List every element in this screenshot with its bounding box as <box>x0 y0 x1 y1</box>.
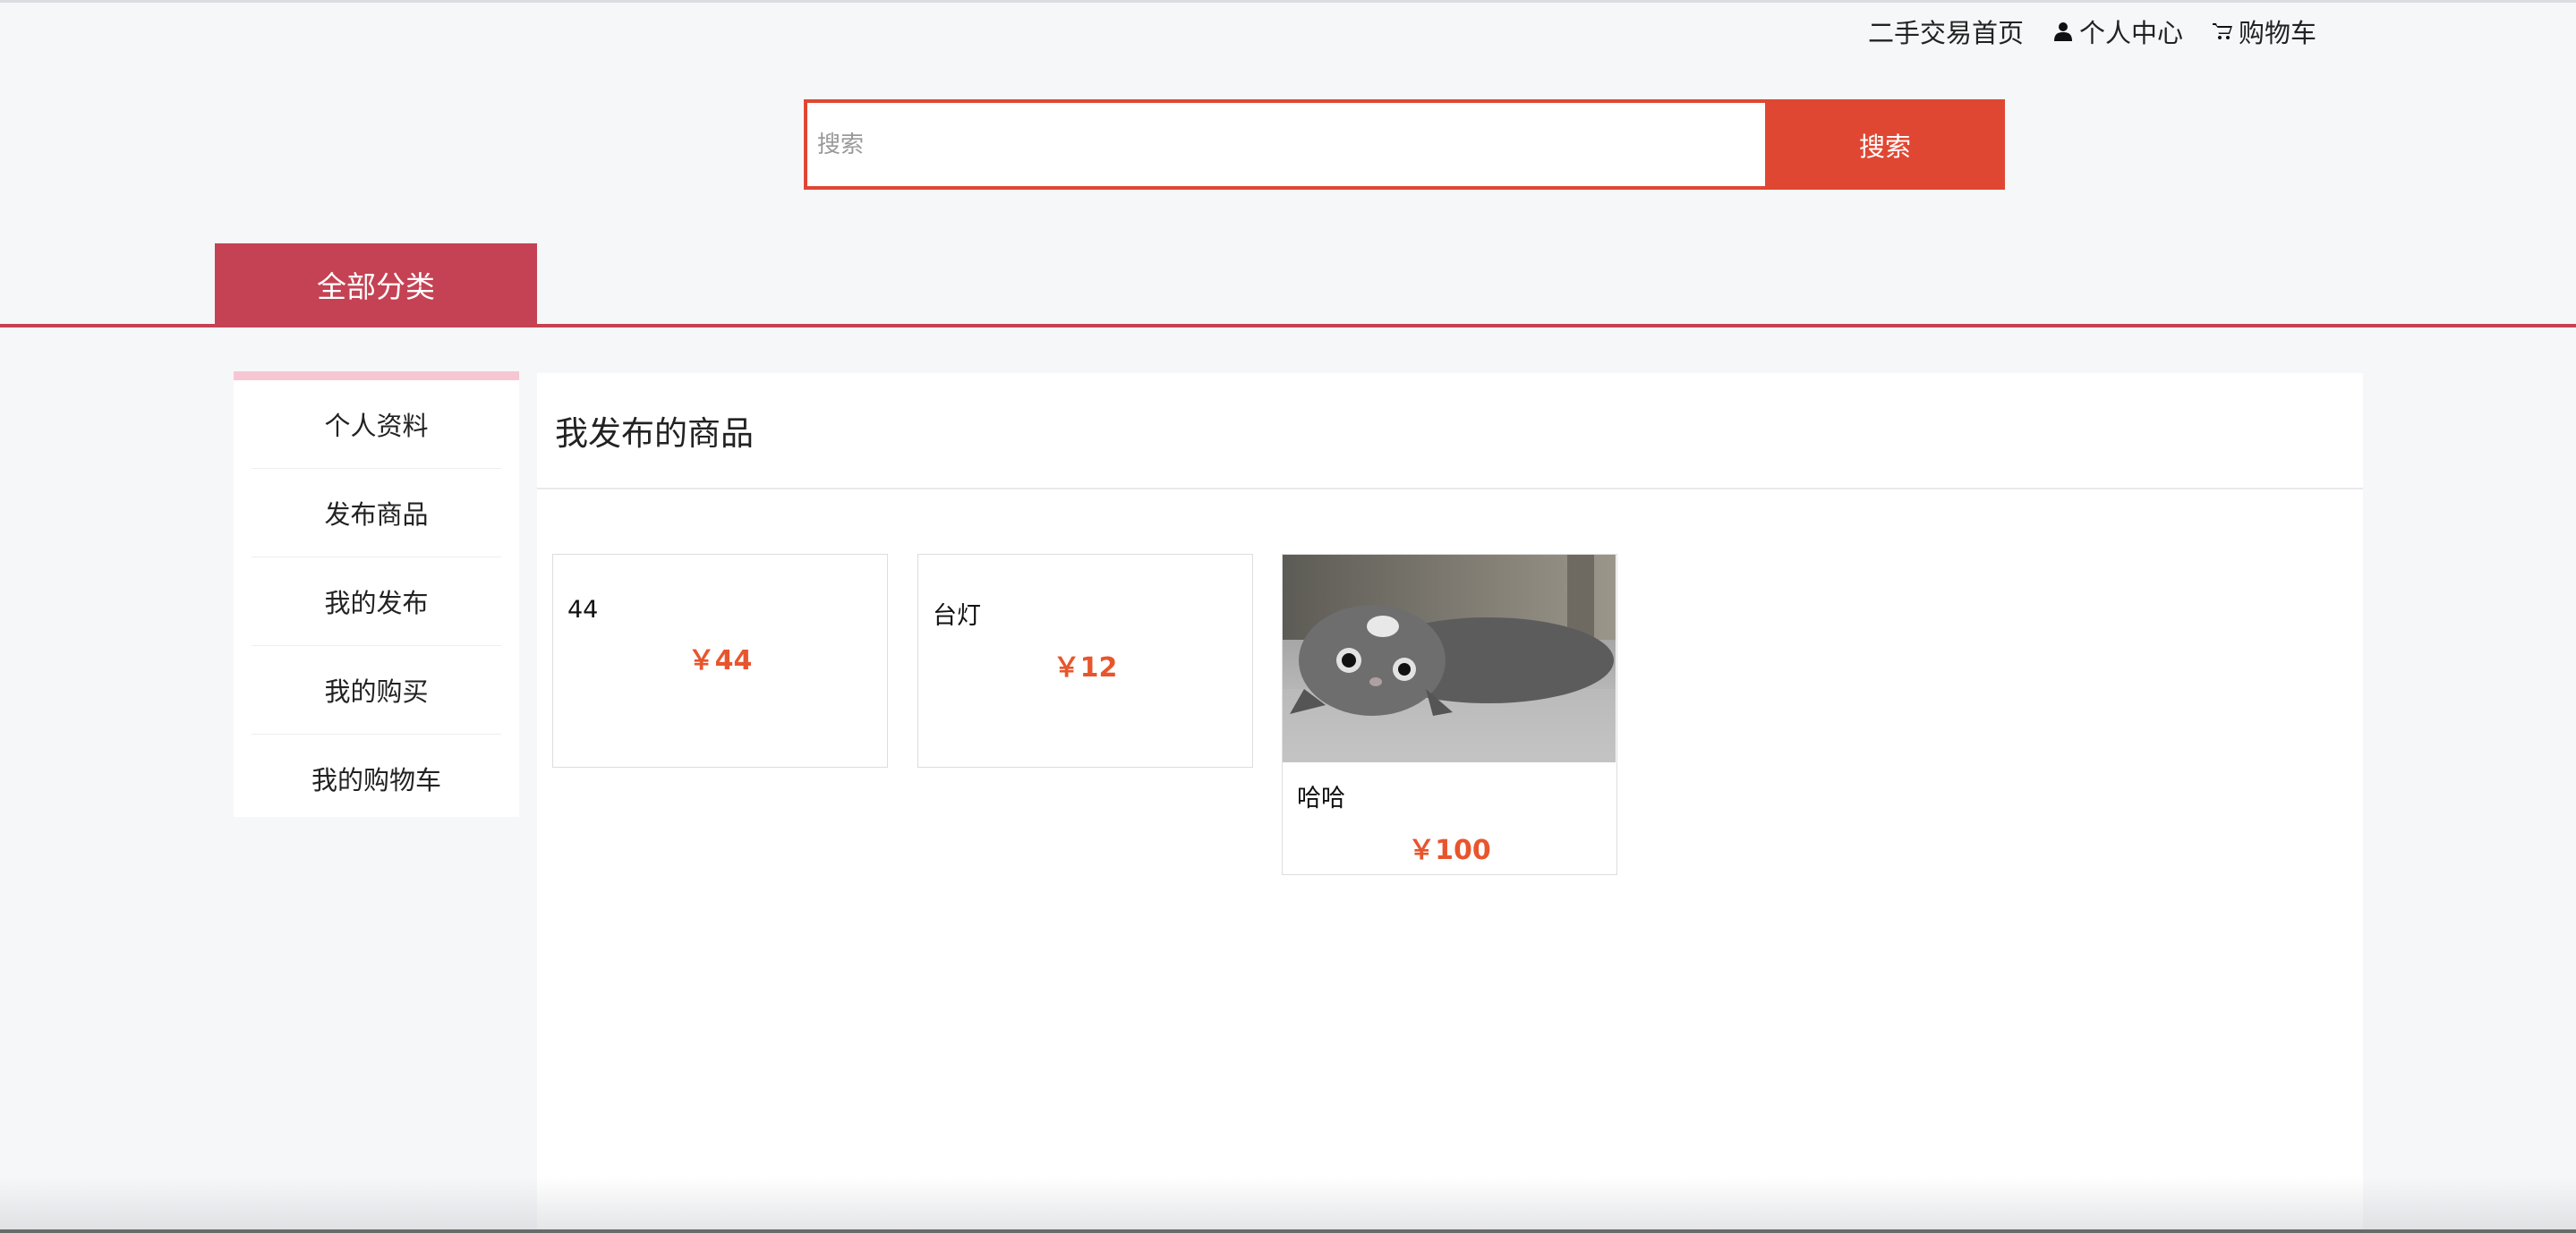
product-price: ￥12 <box>1053 652 1118 684</box>
sidebar-item-label: 我的购买 <box>324 676 429 707</box>
product-name: 44 <box>567 596 599 624</box>
sidebar-item-label: 个人资料 <box>324 411 429 441</box>
cart-link[interactable]: 购物车 <box>2212 13 2316 50</box>
search-button[interactable]: 搜索 <box>1765 99 2005 190</box>
bottom-border <box>0 1229 2576 1233</box>
sidebar-item-my-purchases[interactable]: 我的购买 <box>252 646 501 735</box>
sidebar-item-profile[interactable]: 个人资料 <box>252 380 501 469</box>
sidebar-item-label: 我的发布 <box>324 588 429 618</box>
sidebar-item-my-cart[interactable]: 我的购物车 <box>252 735 501 822</box>
search-input[interactable] <box>804 99 1765 190</box>
sidebar-item-publish[interactable]: 发布商品 <box>252 469 501 557</box>
product-card[interactable]: 44 ￥44 <box>552 554 888 768</box>
home-link-label: 二手交易首页 <box>1867 18 2024 48</box>
shopping-cart-icon <box>2212 23 2232 39</box>
user-icon <box>2053 22 2072 41</box>
sidebar-item-my-posts[interactable]: 我的发布 <box>252 557 501 646</box>
top-navigation: 二手交易首页 个人中心 购物车 <box>1868 13 2316 50</box>
sidebar-menu: 个人资料 发布商品 我的发布 我的购买 我的购物车 <box>234 371 519 817</box>
profile-link-label: 个人中心 <box>2078 18 2183 48</box>
product-name: 台灯 <box>933 602 981 630</box>
page-title-text: 我发布的商品 <box>555 414 754 453</box>
page-title: 我发布的商品 <box>537 373 2363 489</box>
sidebar-item-label: 发布商品 <box>324 499 429 530</box>
product-card[interactable]: 哈哈 ￥100 <box>1282 554 1617 875</box>
product-name: 哈哈 <box>1297 785 1345 812</box>
main-content: 我发布的商品 44 ￥44 台灯 ￥12 哈哈 ￥100 <box>537 373 2363 1233</box>
product-price: ￥44 <box>687 645 753 676</box>
category-divider <box>0 324 2576 327</box>
all-categories-label: 全部分类 <box>317 269 435 304</box>
profile-link[interactable]: 个人中心 <box>2052 13 2183 50</box>
product-image[interactable] <box>1283 555 1616 762</box>
sidebar-item-label: 我的购物车 <box>311 765 441 795</box>
search-bar: 搜索 <box>804 99 2005 190</box>
all-categories-tab[interactable]: 全部分类 <box>215 243 537 326</box>
home-link[interactable]: 二手交易首页 <box>1868 13 2024 50</box>
cart-link-label: 购物车 <box>2238 18 2316 48</box>
product-card[interactable]: 台灯 ￥12 <box>917 554 1253 768</box>
top-border <box>0 0 2576 3</box>
product-price: ￥100 <box>1408 835 1491 866</box>
